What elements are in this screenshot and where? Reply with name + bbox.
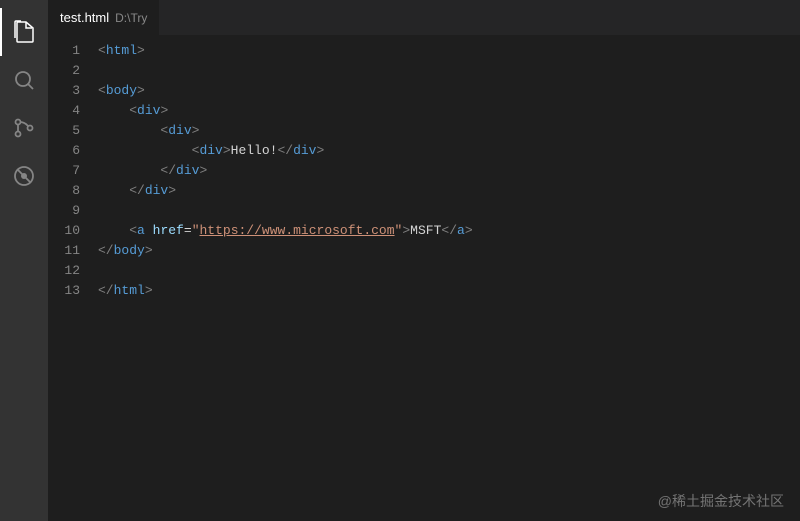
line-number: 7 <box>48 161 98 181</box>
line-number: 6 <box>48 141 98 161</box>
code-line[interactable]: <div> <box>98 121 800 141</box>
code-line[interactable]: <html> <box>98 41 800 61</box>
code-line[interactable]: </div> <box>98 161 800 181</box>
tab-bar: test.html D:\Try <box>48 0 800 35</box>
line-number: 10 <box>48 221 98 241</box>
explorer-icon[interactable] <box>0 8 48 56</box>
line-number: 8 <box>48 181 98 201</box>
line-number: 13 <box>48 281 98 301</box>
line-number: 12 <box>48 261 98 281</box>
code-line[interactable]: <div> <box>98 101 800 121</box>
editor-tab[interactable]: test.html D:\Try <box>48 0 159 35</box>
watermark: @稀土掘金技术社区 <box>658 491 784 511</box>
line-number: 3 <box>48 81 98 101</box>
activity-bar <box>0 0 48 521</box>
line-number: 2 <box>48 61 98 81</box>
code-line[interactable] <box>98 261 800 281</box>
code-line[interactable] <box>98 61 800 81</box>
code-content[interactable]: <html> <body> <div> <div> <div>Hello!</di… <box>98 35 800 521</box>
code-line[interactable]: <a href="https://www.microsoft.com">MSFT… <box>98 221 800 241</box>
line-number: 5 <box>48 121 98 141</box>
code-line[interactable]: </div> <box>98 181 800 201</box>
code-editor[interactable]: 12345678910111213 <html><body> <div> <di… <box>48 35 800 521</box>
line-number: 1 <box>48 41 98 61</box>
line-number: 9 <box>48 201 98 221</box>
search-icon[interactable] <box>0 56 48 104</box>
code-line[interactable] <box>98 201 800 221</box>
line-number-gutter: 12345678910111213 <box>48 35 98 521</box>
debug-icon[interactable] <box>0 152 48 200</box>
tab-path: D:\Try <box>115 11 147 25</box>
line-number: 11 <box>48 241 98 261</box>
code-line[interactable]: <div>Hello!</div> <box>98 141 800 161</box>
source-control-icon[interactable] <box>0 104 48 152</box>
tab-filename: test.html <box>60 10 109 25</box>
code-line[interactable]: </body> <box>98 241 800 261</box>
code-line[interactable]: </html> <box>98 281 800 301</box>
code-line[interactable]: <body> <box>98 81 800 101</box>
line-number: 4 <box>48 101 98 121</box>
